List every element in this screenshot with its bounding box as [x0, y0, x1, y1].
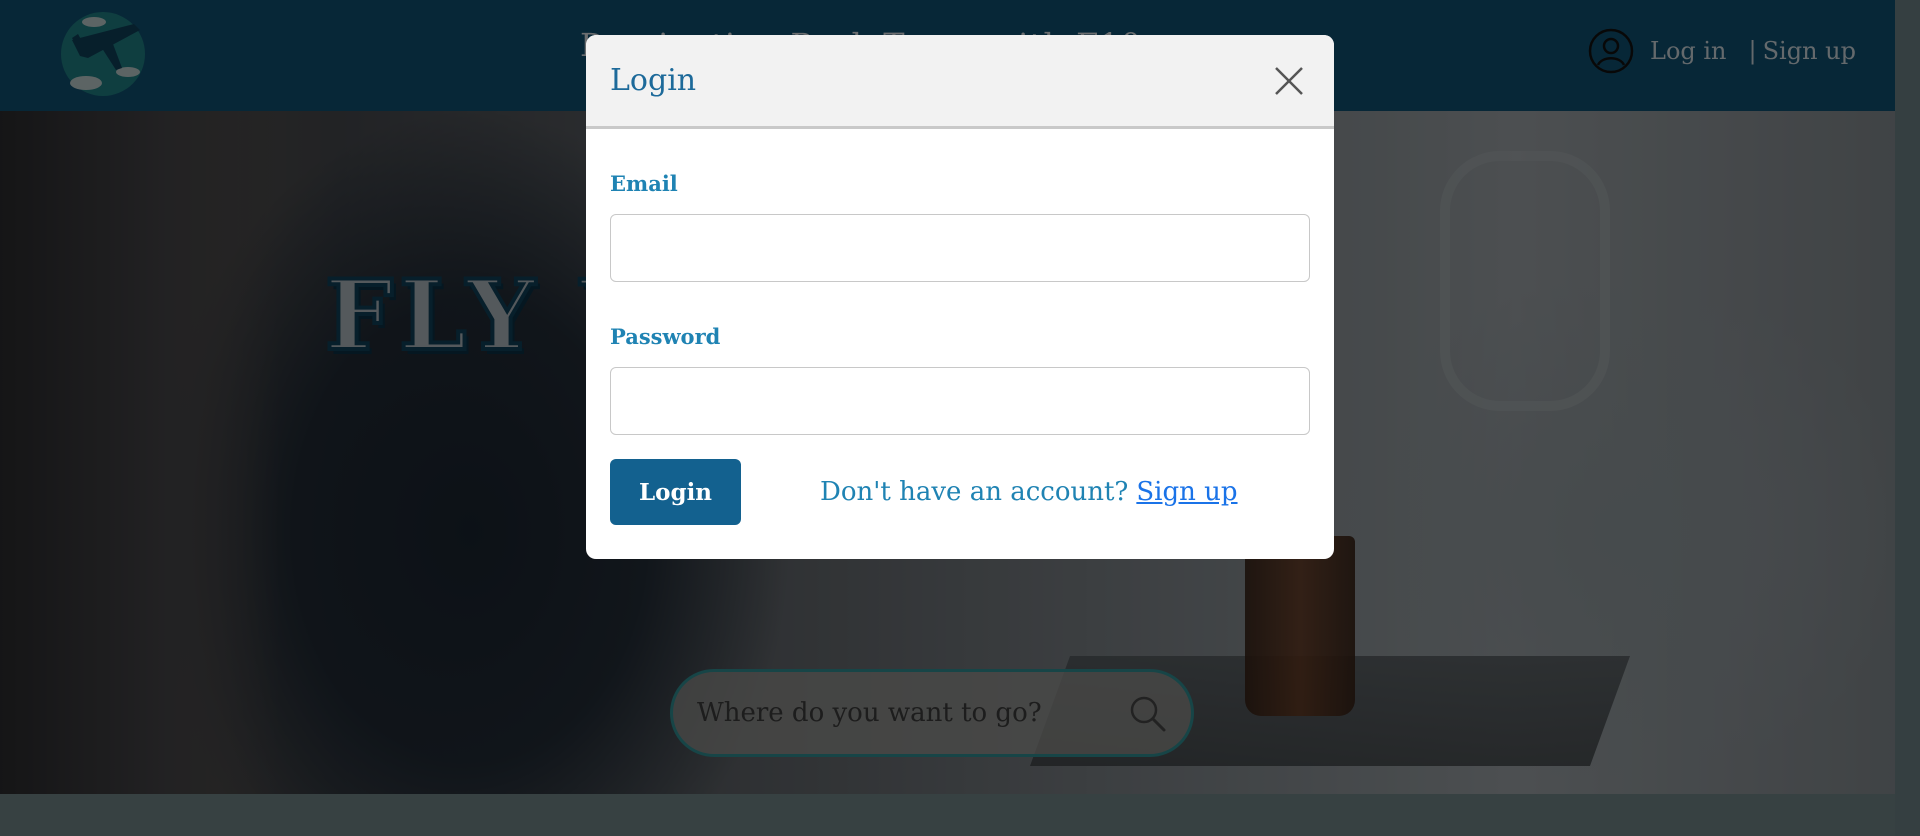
login-modal: Login Email Password Login Don't have an…	[586, 35, 1334, 559]
email-field[interactable]	[610, 214, 1310, 282]
email-label: Email	[610, 171, 678, 196]
password-field[interactable]	[610, 367, 1310, 435]
password-label: Password	[610, 324, 721, 349]
modal-header: Login	[586, 35, 1334, 129]
modal-title: Login	[610, 63, 697, 98]
modal-signup-link[interactable]: Sign up	[1136, 477, 1237, 507]
close-button[interactable]	[1268, 60, 1310, 102]
modal-actions: Login Don't have an account? Sign up	[610, 459, 1310, 525]
login-button[interactable]: Login	[610, 459, 741, 525]
close-icon	[1275, 66, 1303, 95]
signup-prompt: Don't have an account? Sign up	[820, 477, 1238, 507]
modal-body: Email Password Login Don't have an accou…	[586, 129, 1334, 525]
signup-prompt-text: Don't have an account?	[820, 477, 1129, 507]
